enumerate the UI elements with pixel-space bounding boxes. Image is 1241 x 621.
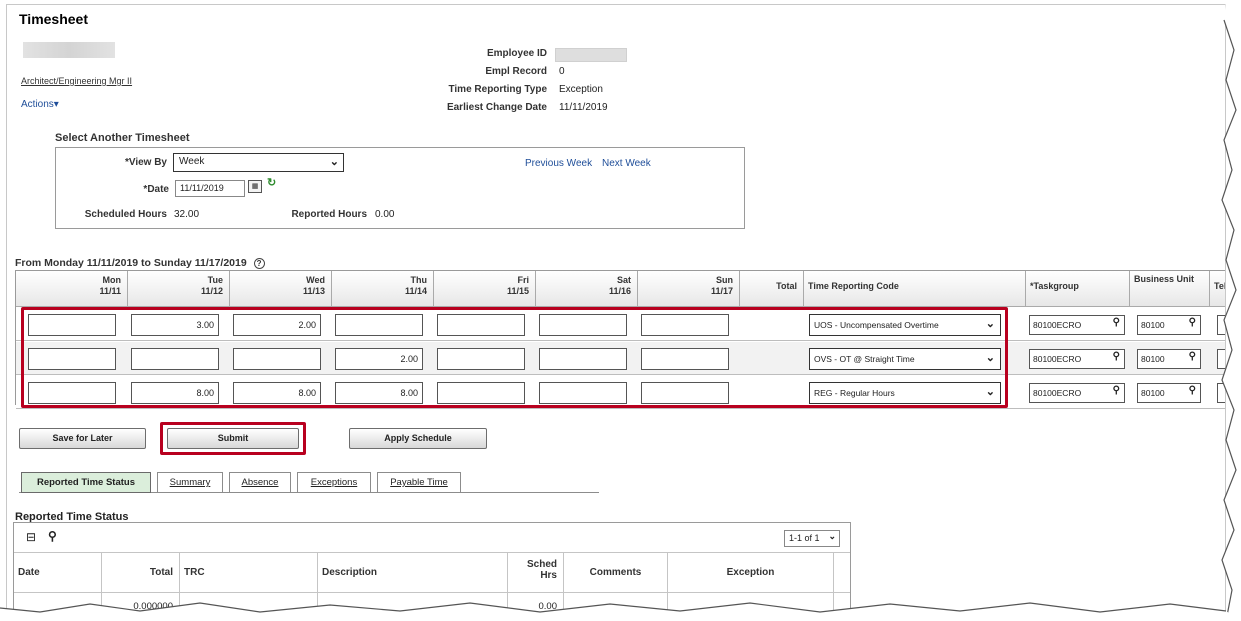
page: Timesheet Architect/Engineering Mgr II A… [0, 0, 1241, 621]
torn-edge-decoration [0, 0, 1241, 621]
